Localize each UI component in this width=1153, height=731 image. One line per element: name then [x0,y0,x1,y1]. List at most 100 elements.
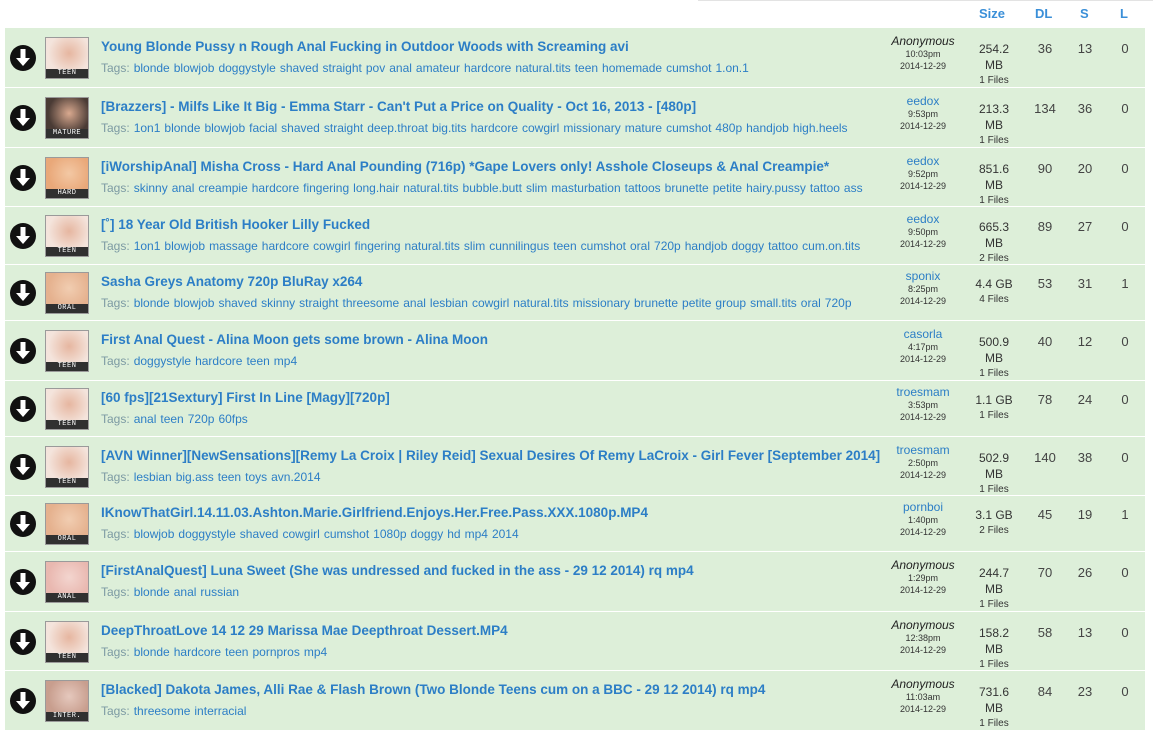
category-thumbnail[interactable]: MATURE [45,97,89,139]
tag-link[interactable]: teen [575,61,598,75]
download-button[interactable] [10,165,36,191]
tag-link[interactable]: blonde [134,645,170,659]
tag-link[interactable]: shaved [218,296,257,310]
download-button[interactable] [10,688,36,714]
tag-link[interactable]: oral [801,296,821,310]
tag-link[interactable]: oral [630,239,650,253]
category-thumbnail[interactable]: TEEN [45,330,89,372]
tag-link[interactable]: petite [713,181,742,195]
tag-link[interactable]: cumshot [666,121,711,135]
uploader-name[interactable]: eedox [877,213,969,226]
category-thumbnail[interactable]: INTER. [45,680,89,722]
tag-link[interactable]: 2014 [492,527,519,541]
tag-link[interactable]: masturbation [551,181,620,195]
category-thumbnail[interactable]: HARD [45,157,89,199]
download-button[interactable] [10,511,36,537]
uploader-name[interactable]: pornboi [877,501,969,514]
category-thumbnail[interactable]: TEEN [45,446,89,488]
tag-link[interactable]: missionary [563,121,620,135]
tag-link[interactable]: hardcore [262,239,309,253]
tag-link[interactable]: hairy.pussy [746,181,806,195]
torrent-title-link[interactable]: Sasha Greys Anatomy 720p BluRay x264 [101,274,881,289]
tag-link[interactable]: shaved [240,527,279,541]
torrent-title-link[interactable]: [Blacked] Dakota James, Alli Rae & Flash… [101,682,881,697]
tag-link[interactable]: tattoo [768,239,798,253]
tag-link[interactable]: cum.on.tits [802,239,860,253]
download-button[interactable] [10,454,36,480]
torrent-title-link[interactable]: Young Blonde Pussy n Rough Anal Fucking … [101,39,881,54]
tag-link[interactable]: doggystyle [178,527,235,541]
tag-link[interactable]: small.tits [750,296,797,310]
seeders-column-header[interactable]: S [1080,6,1089,21]
category-thumbnail[interactable]: TEEN [45,621,89,663]
tag-link[interactable]: blowjob [204,121,245,135]
tag-link[interactable]: fingering [303,181,349,195]
tag-link[interactable]: doggystyle [134,354,191,368]
tag-link[interactable]: group [715,296,746,310]
tag-link[interactable]: 720p [825,296,852,310]
tag-link[interactable]: lesbian [134,470,172,484]
tag-link[interactable]: blowjob [134,527,175,541]
tag-link[interactable]: blowjob [174,61,215,75]
torrent-title-link[interactable]: [FirstAnalQuest] Luna Sweet (She was und… [101,563,881,578]
tag-link[interactable]: slim [526,181,547,195]
tag-link[interactable]: slim [464,239,485,253]
tag-link[interactable]: bubble.butt [463,181,522,195]
torrent-title-link[interactable]: [AVN Winner][NewSensations][Remy La Croi… [101,448,881,463]
tag-link[interactable]: shaved [281,121,320,135]
tag-link[interactable]: straight [323,61,362,75]
tag-link[interactable]: amateur [416,61,460,75]
category-thumbnail[interactable]: TEEN [45,388,89,430]
tag-link[interactable]: 720p [654,239,681,253]
tag-link[interactable]: natural.tits [515,61,570,75]
category-thumbnail[interactable]: ORAL [45,503,89,545]
category-thumbnail[interactable]: TEEN [45,37,89,79]
tag-link[interactable]: doggy [411,527,444,541]
tag-link[interactable]: mature [625,121,662,135]
tag-link[interactable]: high.heels [793,121,848,135]
tag-link[interactable]: mp4 [304,645,327,659]
tag-link[interactable]: pov [366,61,385,75]
tag-link[interactable]: homemade [602,61,662,75]
tag-link[interactable]: teen [225,645,248,659]
tag-link[interactable]: pornpros [252,645,299,659]
tag-link[interactable]: deep.throat [367,121,428,135]
tag-link[interactable]: lesbian [430,296,468,310]
category-thumbnail[interactable]: ANAL [45,561,89,603]
tag-link[interactable]: brunette [665,181,709,195]
tag-link[interactable]: cumshot [666,61,711,75]
tag-link[interactable]: hardcore [252,181,299,195]
tag-link[interactable]: cowgirl [522,121,559,135]
tag-link[interactable]: ass [844,181,863,195]
tag-link[interactable]: natural.tits [403,181,458,195]
tag-link[interactable]: mp4 [274,354,297,368]
tag-link[interactable]: blonde [134,61,170,75]
tag-link[interactable]: 60fps [218,412,247,426]
tag-link[interactable]: hardcore [471,121,518,135]
tag-link[interactable]: toys [245,470,267,484]
size-column-header[interactable]: Size [979,6,1005,21]
category-thumbnail[interactable]: TEEN [45,215,89,257]
tag-link[interactable]: 1on1 [134,121,161,135]
tag-link[interactable]: interracial [194,704,246,718]
uploader-name[interactable]: troesmam [877,444,969,457]
torrent-title-link[interactable]: [iWorshipAnal] Misha Cross - Hard Anal P… [101,159,881,174]
tag-link[interactable]: shaved [280,61,319,75]
tag-link[interactable]: doggystyle [218,61,275,75]
download-button[interactable] [10,569,36,595]
download-button[interactable] [10,45,36,71]
category-thumbnail[interactable]: ORAL [45,272,89,314]
tag-link[interactable]: 1.on.1 [715,61,748,75]
tag-link[interactable]: cunnilingus [489,239,549,253]
uploader-name[interactable]: eedox [877,155,969,168]
tag-link[interactable]: missionary [573,296,630,310]
tag-link[interactable]: natural.tits [513,296,568,310]
tag-link[interactable]: skinny [134,181,168,195]
tag-link[interactable]: 1on1 [134,239,161,253]
tag-link[interactable]: blowjob [164,239,205,253]
tag-link[interactable]: teen [160,412,183,426]
tag-link[interactable]: cowgirl [472,296,509,310]
tag-link[interactable]: hd [447,527,460,541]
tag-link[interactable]: handjob [746,121,789,135]
tag-link[interactable]: facial [249,121,277,135]
